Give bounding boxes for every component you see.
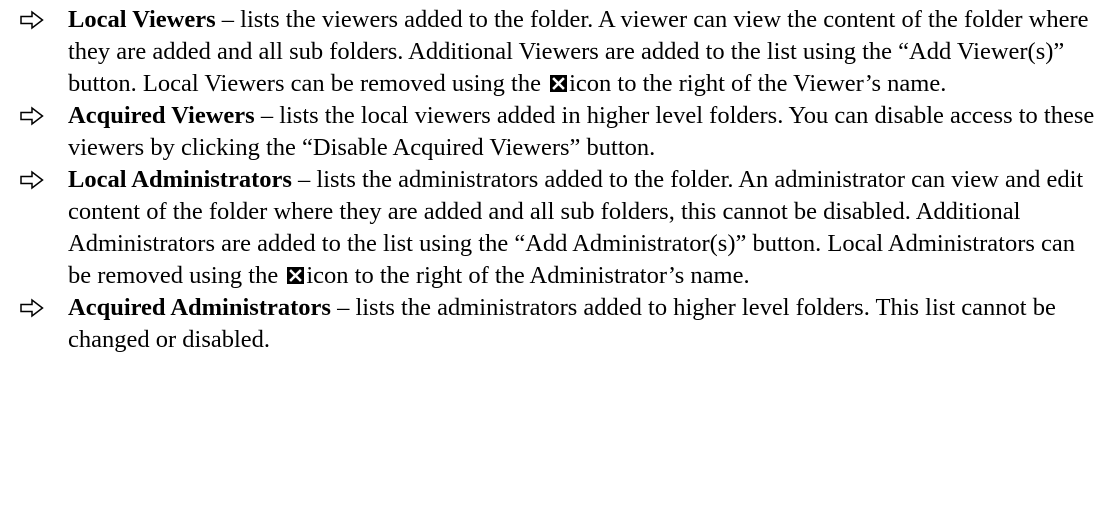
list-item-local-administrators: Local Administrators – lists the adminis… [12,164,1095,292]
description-local-administrators-end: icon to the right of the Administrator’s… [306,262,750,289]
remove-icon [550,75,568,92]
description-local-viewers-end: icon to the right of the Viewer’s name. [569,70,947,97]
term-local-administrators: Local Administrators [68,166,292,193]
document-page: Local Viewers – lists the viewers added … [0,0,1115,517]
term-acquired-administrators: Acquired Administrators [68,294,331,321]
term-acquired-viewers: Acquired Viewers [68,102,255,129]
right-arrow-icon [12,164,52,196]
term-local-viewers: Local Viewers [68,6,216,33]
right-arrow-icon [12,292,52,324]
list-item-acquired-administrators: Acquired Administrators – lists the admi… [12,292,1095,356]
remove-icon [287,267,305,284]
list-item-acquired-viewers: Acquired Viewers – lists the local viewe… [12,100,1095,164]
right-arrow-icon [12,100,52,132]
right-arrow-icon [12,4,52,36]
bullet-list: Local Viewers – lists the viewers added … [12,4,1095,356]
list-item-local-viewers: Local Viewers – lists the viewers added … [12,4,1095,100]
